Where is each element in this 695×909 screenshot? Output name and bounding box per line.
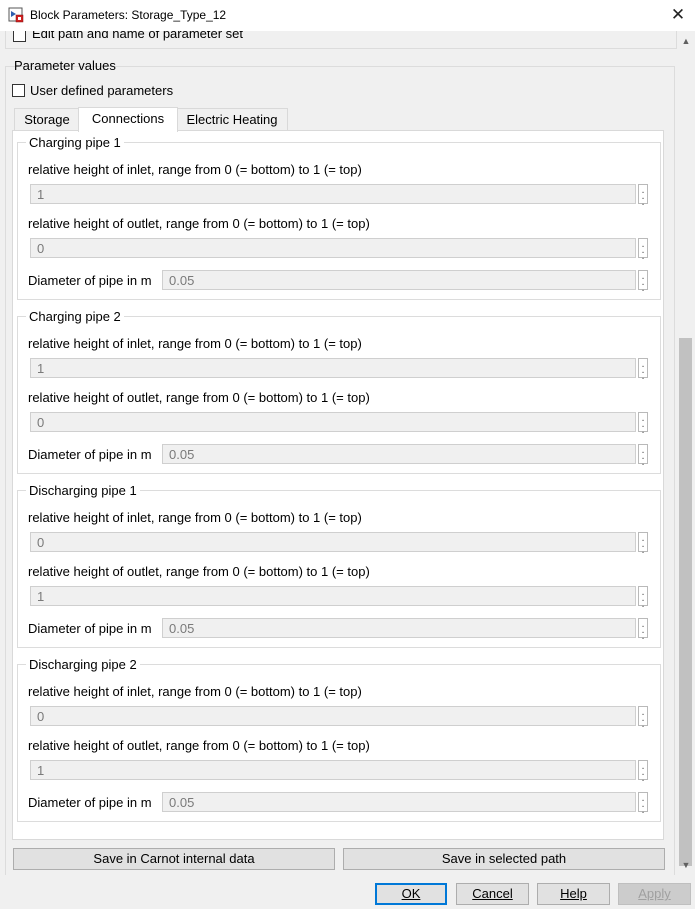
outlet-label: relative height of outlet, range from 0 …	[28, 216, 370, 231]
scroll-up-icon[interactable]: ▲	[677, 33, 695, 49]
user-defined-label: User defined parameters	[30, 83, 174, 98]
diameter-label: Diameter of pipe in m	[28, 795, 152, 810]
diameter-field[interactable]: 0.05	[162, 618, 636, 638]
outlet-label: relative height of outlet, range from 0 …	[28, 738, 370, 753]
user-defined-checkbox[interactable]	[12, 84, 25, 97]
more-options-icon[interactable]: ...	[638, 586, 648, 610]
diameter-label: Diameter of pipe in m	[28, 447, 152, 462]
parameter-set-group: Edit path and name of parameter set	[5, 31, 677, 49]
cancel-label: Cancel	[472, 886, 513, 901]
group-title: Discharging pipe 1	[26, 483, 140, 498]
more-options-icon[interactable]: ...	[638, 412, 648, 436]
title-bar: Block Parameters: Storage_Type_12 ✕	[0, 0, 695, 31]
window-title: Block Parameters: Storage_Type_12	[30, 8, 227, 22]
group-title: Charging pipe 2	[26, 309, 124, 324]
vertical-scrollbar[interactable]: ▲ ▼	[677, 31, 695, 875]
save-selected-path-button[interactable]: Save in selected path	[343, 848, 665, 870]
more-options-icon[interactable]: ...	[638, 444, 648, 468]
charging-pipe-2-group: Charging pipe 2 relative height of inlet…	[17, 309, 661, 474]
tab-connections[interactable]: Connections	[78, 107, 178, 132]
more-options-icon[interactable]: ...	[638, 760, 648, 784]
diameter-field[interactable]: 0.05	[162, 270, 636, 290]
group-title: Charging pipe 1	[26, 135, 124, 150]
diameter-label: Diameter of pipe in m	[28, 273, 152, 288]
cancel-button[interactable]: Cancel	[456, 883, 529, 905]
discharging-pipe-2-group: Discharging pipe 2 relative height of in…	[17, 657, 661, 822]
more-options-icon[interactable]: ...	[638, 532, 648, 556]
apply-button[interactable]: Apply	[618, 883, 691, 905]
inlet-label: relative height of inlet, range from 0 (…	[28, 510, 362, 525]
more-options-icon[interactable]: ...	[638, 238, 648, 262]
more-options-icon[interactable]: ...	[638, 270, 648, 294]
inlet-field[interactable]: 1	[30, 358, 636, 378]
help-button[interactable]: Help	[537, 883, 610, 905]
simulink-block-icon	[8, 7, 24, 23]
inlet-field[interactable]: 1	[30, 184, 636, 204]
more-options-icon[interactable]: ...	[638, 706, 648, 730]
more-options-icon[interactable]: ...	[638, 358, 648, 382]
apply-label: Apply	[638, 886, 671, 901]
scrollbar-thumb[interactable]	[679, 338, 692, 866]
diameter-label: Diameter of pipe in m	[28, 621, 152, 636]
inlet-field[interactable]: 0	[30, 706, 636, 726]
edit-path-label: Edit path and name of parameter set	[32, 31, 244, 41]
ok-button[interactable]: OK	[375, 883, 447, 905]
more-options-icon[interactable]: ...	[638, 618, 648, 642]
help-label: Help	[560, 886, 587, 901]
outlet-label: relative height of outlet, range from 0 …	[28, 564, 370, 579]
discharging-pipe-1-group: Discharging pipe 1 relative height of in…	[17, 483, 661, 648]
inlet-label: relative height of inlet, range from 0 (…	[28, 336, 362, 351]
scroll-down-icon[interactable]: ▼	[677, 857, 695, 873]
inlet-label: relative height of inlet, range from 0 (…	[28, 684, 362, 699]
outlet-label: relative height of outlet, range from 0 …	[28, 390, 370, 405]
edit-path-checkbox[interactable]	[13, 31, 26, 42]
save-internal-button[interactable]: Save in Carnot internal data	[13, 848, 335, 870]
tab-electric-heating[interactable]: Electric Heating	[176, 108, 288, 131]
parameter-values-legend: Parameter values	[14, 58, 116, 73]
outlet-field[interactable]: 0	[30, 412, 636, 432]
more-options-icon[interactable]: ...	[638, 184, 648, 208]
group-title: Discharging pipe 2	[26, 657, 140, 672]
outlet-field[interactable]: 0	[30, 238, 636, 258]
outlet-field[interactable]: 1	[30, 760, 636, 780]
close-icon[interactable]: ✕	[666, 3, 690, 27]
inlet-field[interactable]: 0	[30, 532, 636, 552]
diameter-field[interactable]: 0.05	[162, 444, 636, 464]
more-options-icon[interactable]: ...	[638, 792, 648, 816]
inlet-label: relative height of inlet, range from 0 (…	[28, 162, 362, 177]
tab-storage[interactable]: Storage	[14, 108, 80, 131]
outlet-field[interactable]: 1	[30, 586, 636, 606]
dialog-content: Edit path and name of parameter set Para…	[0, 31, 677, 875]
charging-pipe-1-group: Charging pipe 1 relative height of inlet…	[17, 135, 661, 300]
diameter-field[interactable]: 0.05	[162, 792, 636, 812]
ok-label: OK	[401, 886, 421, 901]
connections-panel: Charging pipe 1 relative height of inlet…	[12, 130, 664, 840]
